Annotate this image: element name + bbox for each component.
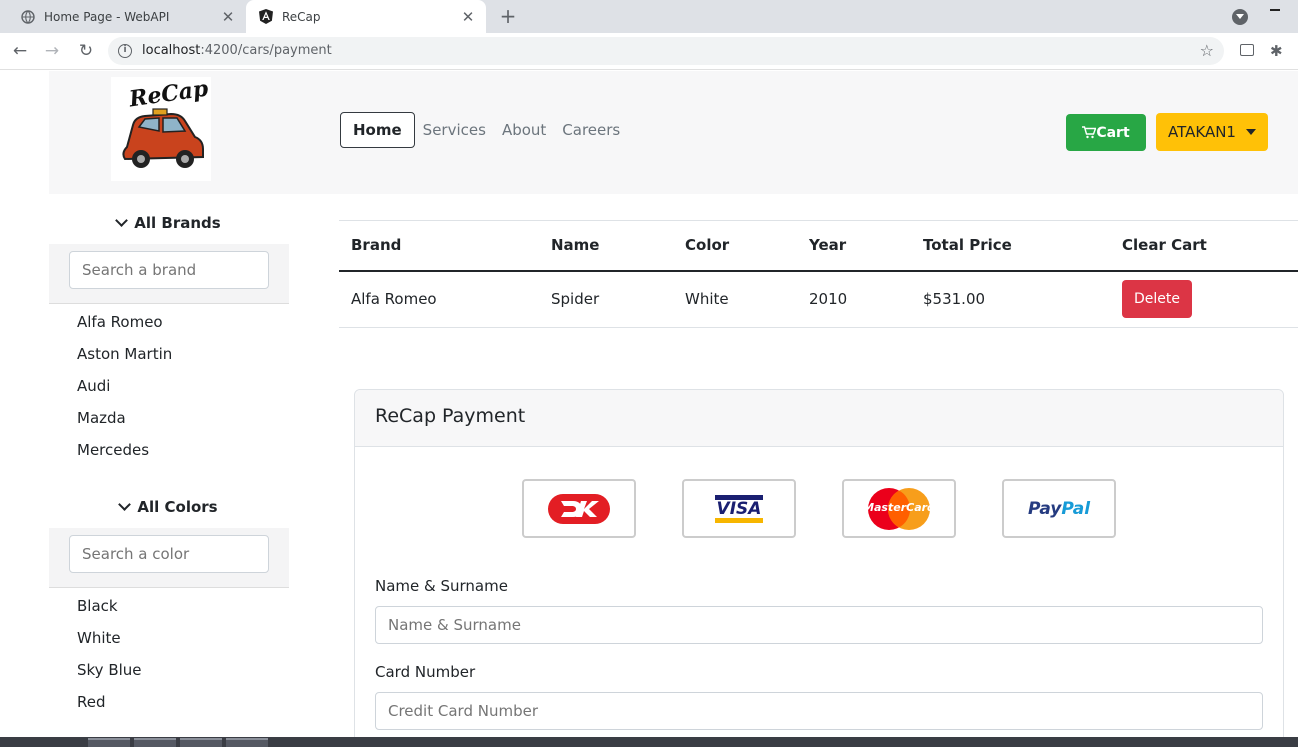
browser-toolbar: ← → ↻ i localhost:4200/cars/payment ☆ ✱ — [0, 33, 1298, 70]
col-total-price: Total Price — [911, 220, 1110, 272]
paypal-text-b: Pal — [1061, 498, 1091, 519]
url-text: localhost:4200/cars/payment — [142, 43, 332, 58]
name-label: Name & Surname — [375, 577, 508, 595]
name-surname-input[interactable] — [375, 606, 1263, 644]
cast-icon[interactable] — [1240, 44, 1254, 56]
bookmark-star-icon[interactable]: ☆ — [1200, 41, 1214, 60]
dankort-card-option[interactable] — [522, 479, 636, 538]
color-item[interactable]: White — [77, 622, 289, 654]
new-tab-button[interactable]: + — [496, 4, 520, 28]
browser-tab-bar: Home Page - WebAPI ✕ ReCap ✕ + — [0, 0, 1298, 33]
forward-icon[interactable]: → — [40, 39, 64, 63]
cart-label: Cart — [1096, 124, 1130, 141]
close-tab-icon[interactable]: ✕ — [458, 8, 478, 26]
angular-icon — [258, 9, 274, 25]
col-clear-cart: Clear Cart — [1110, 220, 1298, 272]
user-label: ATAKAN1 — [1168, 123, 1236, 141]
minimize-icon[interactable] — [1270, 9, 1280, 11]
reload-icon[interactable]: ↻ — [74, 39, 98, 63]
brand-item[interactable]: Audi — [77, 370, 289, 402]
card-number-label: Card Number — [375, 663, 476, 681]
extensions-icon[interactable]: ✱ — [1270, 42, 1283, 60]
site-logo[interactable]: ReCap — [111, 76, 211, 181]
brands-heading[interactable]: All Brands — [49, 194, 289, 244]
brand-search-wrap — [49, 244, 289, 304]
color-item[interactable]: Black — [77, 590, 289, 622]
user-dropdown-button[interactable]: ATAKAN1 — [1156, 113, 1268, 151]
brand-search-input[interactable] — [69, 251, 269, 289]
address-bar[interactable]: i localhost:4200/cars/payment ☆ — [108, 37, 1224, 65]
payment-card: ReCap Payment VISA MasterCard PayPal Nam… — [354, 389, 1284, 737]
taskbar-app[interactable] — [226, 738, 268, 747]
url-host: localhost — [142, 43, 201, 58]
back-icon[interactable]: ← — [8, 39, 32, 63]
main-nav: Home Services About Careers — [340, 112, 628, 148]
cell-color: White — [673, 270, 797, 328]
paypal-card-option[interactable]: PayPal — [1002, 479, 1116, 538]
taskbar-app[interactable] — [134, 738, 176, 747]
nav-about[interactable]: About — [502, 121, 546, 139]
filter-sidebar: All Brands Alfa Romeo Aston Martin Audi … — [49, 194, 289, 718]
cell-action: Delete — [1110, 270, 1298, 328]
nav-services[interactable]: Services — [423, 121, 486, 139]
browser-tab-home[interactable]: Home Page - WebAPI ✕ — [8, 0, 246, 33]
brand-item[interactable]: Alfa Romeo — [77, 306, 289, 338]
color-search-input[interactable] — [69, 535, 269, 573]
nav-home[interactable]: Home — [340, 112, 415, 148]
color-item[interactable]: Sky Blue — [77, 654, 289, 686]
cell-brand: Alfa Romeo — [339, 270, 539, 328]
taskbar-app[interactable] — [180, 738, 222, 747]
cell-year: 2010 — [797, 270, 911, 328]
caret-down-icon — [1245, 129, 1256, 140]
paypal-icon: PayPal — [1028, 499, 1090, 519]
mastercard-icon: MasterCard — [863, 487, 935, 531]
cart-button[interactable]: Cart — [1066, 114, 1146, 151]
cart-icon — [1082, 126, 1097, 139]
info-icon[interactable]: i — [118, 44, 132, 58]
paypal-text-a: Pay — [1027, 498, 1062, 519]
dankort-icon — [548, 493, 610, 524]
col-brand: Brand — [339, 220, 539, 272]
cart-table: Brand Name Color Year Total Price Clear … — [339, 220, 1298, 328]
globe-icon — [20, 9, 36, 25]
page-viewport: ReCap Home Services About Careers Cart A… — [0, 71, 1298, 737]
url-path: :4200/cars/payment — [200, 43, 332, 58]
chevron-down-icon — [118, 498, 132, 511]
mastercard-text: MasterCard — [863, 500, 935, 514]
mastercard-card-option[interactable]: MasterCard — [842, 479, 956, 538]
close-tab-icon[interactable]: ✕ — [218, 8, 238, 26]
taxi-car-icon — [122, 108, 204, 168]
cell-price: $531.00 — [911, 270, 1110, 328]
payment-title: ReCap Payment — [355, 390, 1283, 447]
col-year: Year — [797, 220, 911, 272]
brands-title: All Brands — [134, 214, 221, 232]
brand-item[interactable]: Mercedes — [77, 434, 289, 466]
cell-name: Spider — [539, 270, 673, 328]
chevron-down-icon — [115, 214, 129, 227]
os-taskbar — [0, 737, 1298, 747]
tab-title: Home Page - WebAPI — [44, 9, 170, 24]
brand-item[interactable]: Aston Martin — [77, 338, 289, 370]
browser-tab-recap[interactable]: ReCap ✕ — [246, 0, 486, 33]
card-brand-row: VISA MasterCard PayPal — [522, 479, 1162, 538]
brand-list: Alfa Romeo Aston Martin Audi Mazda Merce… — [49, 304, 289, 466]
card-number-input[interactable] — [375, 692, 1263, 730]
brand-item[interactable]: Mazda — [77, 402, 289, 434]
col-name: Name — [539, 220, 673, 272]
color-search-wrap — [49, 528, 289, 588]
col-color: Color — [673, 220, 797, 272]
visa-icon: VISA — [714, 494, 764, 523]
visa-card-option[interactable]: VISA — [682, 479, 796, 538]
table-row: Alfa Romeo Spider White 2010 $531.00 Del… — [339, 270, 1298, 328]
color-item[interactable]: Red — [77, 686, 289, 718]
taskbar-app[interactable] — [88, 738, 130, 747]
nav-careers[interactable]: Careers — [562, 121, 620, 139]
colors-heading[interactable]: All Colors — [49, 478, 289, 528]
delete-button[interactable]: Delete — [1122, 280, 1192, 319]
table-header-row: Brand Name Color Year Total Price Clear … — [339, 220, 1298, 272]
tab-title: ReCap — [282, 9, 321, 24]
colors-title: All Colors — [137, 498, 218, 516]
color-list: Black White Sky Blue Red — [49, 588, 289, 718]
tab-search-icon[interactable] — [1232, 9, 1248, 25]
